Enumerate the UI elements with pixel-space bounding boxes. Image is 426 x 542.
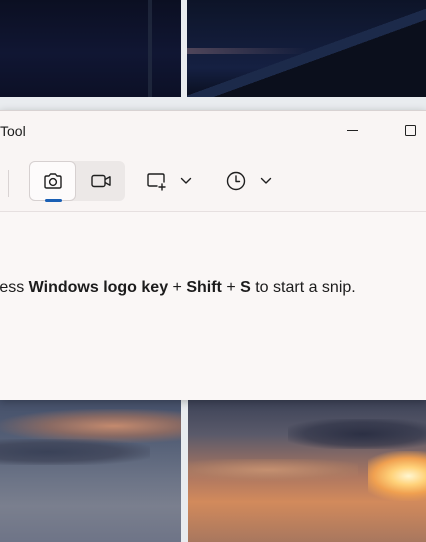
rectangle-snip-icon [147,173,166,191]
maximize-button[interactable] [390,117,426,149]
camera-icon [43,173,62,189]
chevron-down-icon [260,177,272,184]
maximize-icon [404,125,416,136]
wallpaper-gap [0,97,426,110]
toolbar-divider [8,170,9,197]
shortcut-key-s: S [240,279,251,296]
desktop-screen: Tool ess Windows logo key + Shift + S to… [0,0,426,542]
shortcut-plus: + [168,279,187,296]
wallpaper-gap [181,399,188,542]
shortcut-key-shift: Shift [186,279,222,296]
minimize-button[interactable] [332,117,372,149]
wallpaper-tile-top-left [0,0,181,97]
capture-mode-toggle [29,161,125,202]
video-camera-icon [91,174,111,188]
wallpaper-gap [181,0,187,110]
video-mode-button[interactable] [77,161,125,201]
main-content: ress Windows logo key + Shift + S to sta… [0,212,426,400]
instruction-prefix: ress [0,279,25,296]
shortcut-plus: + [221,279,241,296]
window-title: Tool [0,123,26,139]
toolbar [0,155,426,212]
instruction-suffix: to start a snip. [250,279,356,296]
snipping-tool-window: Tool ess Windows logo key + Shift + S to… [0,110,426,400]
snip-shape-dropdown[interactable] [144,163,200,199]
shortcut-key-windows: Windows logo key [28,279,169,296]
wallpaper-tile-bottom-left [0,399,181,542]
delay-dropdown[interactable] [224,163,280,199]
title-bar[interactable]: Tool [0,111,426,155]
clock-icon [226,171,246,191]
wallpaper-tile-top-right [187,0,426,97]
selected-mode-indicator [45,199,62,202]
photo-mode-button[interactable] [29,161,76,202]
minimize-icon [346,129,358,131]
instruction-text: ress Windows logo key + Shift + S to sta… [0,279,356,297]
chevron-down-icon [180,177,192,184]
wallpaper-tile-bottom-right [188,399,426,542]
